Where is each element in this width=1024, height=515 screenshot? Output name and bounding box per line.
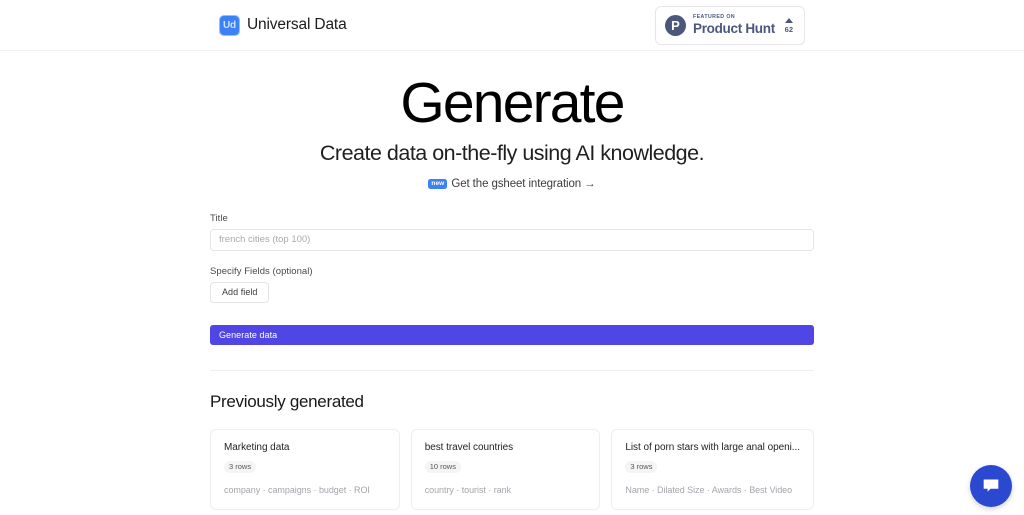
brand-name-label: Universal Data xyxy=(247,16,347,33)
generated-dataset-card[interactable]: Marketing data 3 rows company · campaign… xyxy=(210,428,400,511)
card-title: Marketing data xyxy=(224,441,290,453)
upvote-count-label: 62 xyxy=(784,24,793,34)
brand-logo-link[interactable]: Ud Universal Data xyxy=(219,14,347,36)
page-subtitle: Create data on-the-fly using AI knowledg… xyxy=(319,140,705,165)
universal-data-logo-icon: Ud xyxy=(219,14,240,36)
card-row-count-badge: 10 rows xyxy=(424,460,461,474)
specify-fields-label: Specify Fields (optional) xyxy=(210,265,313,277)
site-header: Ud Universal Data P FEATURED ON Product … xyxy=(0,0,1024,51)
section-divider xyxy=(210,369,814,371)
generated-dataset-card[interactable]: best travel countries 10 rows country · … xyxy=(410,428,601,511)
product-hunt-text: FEATURED ON Product Hunt xyxy=(693,14,778,37)
product-hunt-featured-label: FEATURED ON xyxy=(693,14,736,21)
previously-generated-title: Previously generated xyxy=(210,391,364,411)
chat-bubble-icon xyxy=(983,479,999,492)
title-input[interactable] xyxy=(210,228,814,251)
product-hunt-upvotes: 62 xyxy=(784,17,795,34)
chat-widget-button[interactable] xyxy=(970,465,1012,507)
card-row-count-badge: 3 rows xyxy=(625,460,658,474)
gsheet-integration-link[interactable]: Get the gsheet integration → xyxy=(451,178,595,190)
card-title: best travel countries xyxy=(424,441,514,453)
page-title: Generate xyxy=(400,71,625,135)
add-field-button[interactable]: Add field xyxy=(210,281,270,303)
generated-dataset-card[interactable]: List of porn stars with large anal openi… xyxy=(611,428,814,511)
product-hunt-badge[interactable]: P FEATURED ON Product Hunt 62 xyxy=(655,6,805,45)
hero-section: Generate Create data on-the-fly using AI… xyxy=(0,51,1024,190)
gsheet-integration-row: new Get the gsheet integration → xyxy=(0,178,1024,190)
card-row-count-badge: 3 rows xyxy=(224,460,257,474)
main-container: Title Specify Fields (optional) Add fiel… xyxy=(210,213,814,515)
previously-generated-grid: Marketing data 3 rows company · campaign… xyxy=(210,428,814,515)
product-hunt-name-label: Product Hunt xyxy=(693,21,775,37)
new-badge: new xyxy=(428,179,448,189)
card-fields-list: company · campaigns · budget · ROI xyxy=(224,485,370,496)
card-fields-list: country · tourist · rank xyxy=(424,485,512,496)
generate-data-button[interactable]: Generate data xyxy=(210,324,814,345)
title-field-label: Title xyxy=(210,212,228,224)
card-fields-list: Name · Dilated Size · Awards · Best Vide… xyxy=(625,485,793,496)
upvote-arrow-icon xyxy=(784,17,793,23)
product-hunt-logo-icon: P xyxy=(665,15,686,36)
card-title: List of porn stars with large anal openi… xyxy=(625,441,800,453)
generate-form: Title Specify Fields (optional) Add fiel… xyxy=(210,213,814,345)
